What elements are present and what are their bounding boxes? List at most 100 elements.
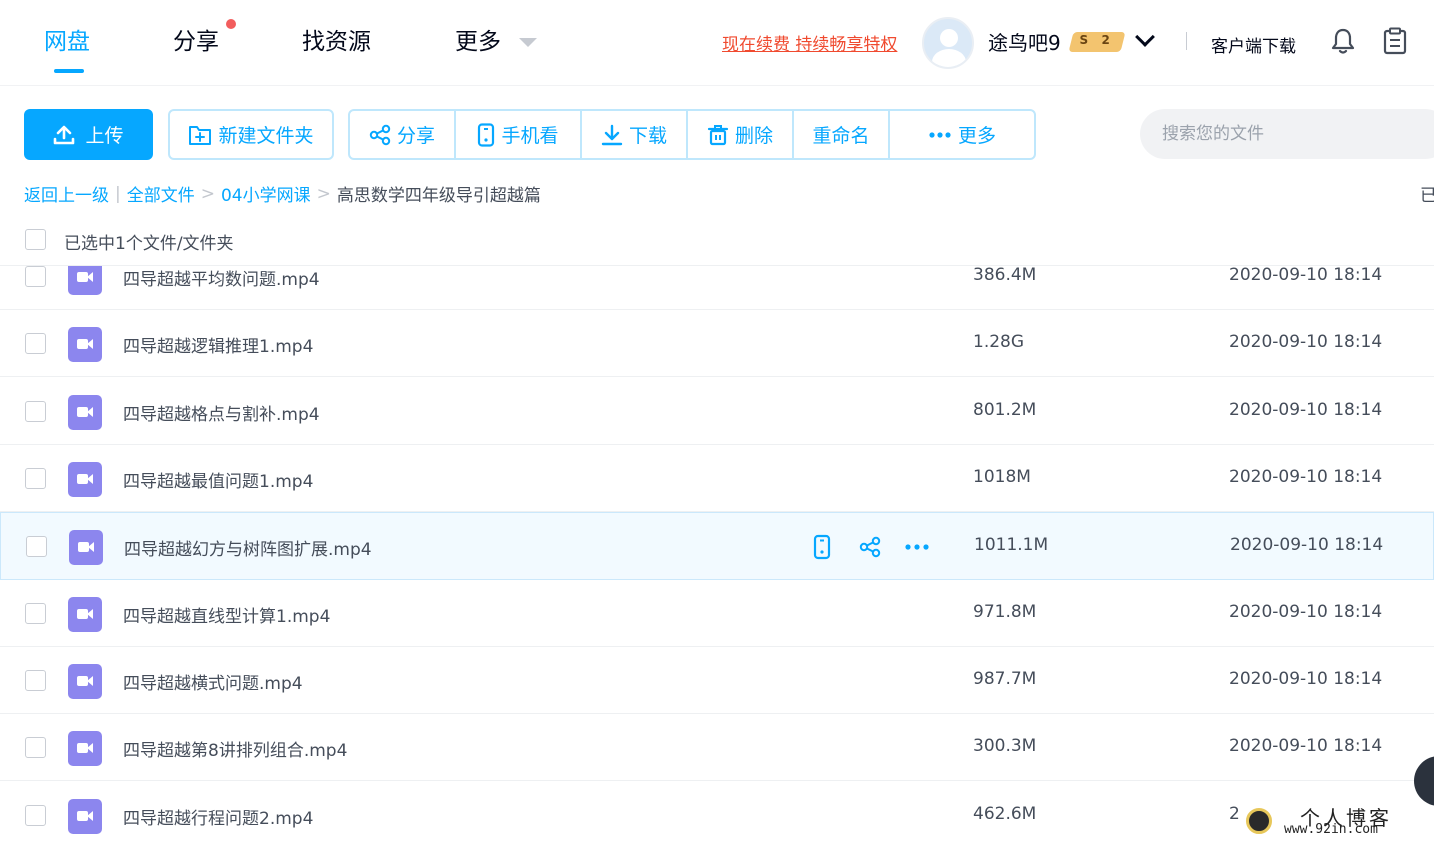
file-date: 2020-09-10 18:14 bbox=[1229, 736, 1383, 756]
select-all-checkbox[interactable] bbox=[25, 229, 46, 250]
file-name[interactable]: 四导超越平均数问题.mp4 bbox=[123, 266, 320, 290]
new-folder-button[interactable]: 新建文件夹 bbox=[168, 109, 334, 160]
file-size: 462.6M bbox=[973, 804, 1037, 824]
breadcrumb-all-files[interactable]: 全部文件 bbox=[127, 181, 195, 206]
file-date: 2 bbox=[1229, 804, 1240, 824]
file-name[interactable]: 四导超越逻辑推理1.mp4 bbox=[123, 332, 313, 357]
clipboard-icon[interactable] bbox=[1383, 27, 1407, 55]
file-name[interactable]: 四导超越最值问题1.mp4 bbox=[123, 467, 313, 492]
file-row[interactable]: 四导超越格点与割补.mp4 801.2M 2020-09-10 18:14 bbox=[0, 378, 1434, 445]
video-file-icon bbox=[69, 530, 103, 565]
renew-link[interactable]: 现在续费 持续畅享特权 bbox=[722, 30, 897, 55]
file-size: 987.7M bbox=[973, 669, 1037, 689]
file-row[interactable]: 四导超越逻辑推理1.mp4 1.28G 2020-09-10 18:14 bbox=[0, 310, 1434, 377]
row-checkbox[interactable] bbox=[25, 468, 46, 489]
rename-label: 重命名 bbox=[812, 125, 870, 147]
file-date: 2020-09-10 18:14 bbox=[1229, 400, 1383, 420]
tab-find-resources[interactable]: 找资源 bbox=[302, 24, 371, 60]
breadcrumb-current: 高思数学四年级导引超越篇 bbox=[336, 186, 541, 206]
upload-icon bbox=[54, 125, 75, 144]
file-name[interactable]: 四导超越横式问题.mp4 bbox=[123, 669, 303, 694]
file-size: 971.8M bbox=[973, 602, 1037, 622]
file-name[interactable]: 四导超越行程问题2.mp4 bbox=[123, 804, 313, 829]
file-actions-group: 分享 手机看 下载 删除 重命名 更多 bbox=[348, 109, 1036, 160]
avatar[interactable] bbox=[922, 17, 974, 69]
dots-icon bbox=[929, 131, 951, 138]
rename-button[interactable]: 重命名 bbox=[794, 111, 890, 158]
user-menu-chevron-icon[interactable] bbox=[1135, 27, 1155, 47]
row-checkbox[interactable] bbox=[26, 536, 47, 557]
share-label: 分享 bbox=[396, 125, 435, 147]
username[interactable]: 途鸟吧9 bbox=[988, 27, 1061, 56]
row-more-icon[interactable] bbox=[904, 534, 930, 560]
client-download-link[interactable]: 客户端下载 bbox=[1211, 32, 1296, 57]
more-actions-button[interactable]: 更多 bbox=[890, 111, 1034, 158]
delete-label: 删除 bbox=[734, 125, 773, 147]
video-file-icon bbox=[68, 597, 102, 632]
notification-dot bbox=[226, 19, 236, 29]
new-folder-icon bbox=[189, 125, 212, 145]
divider bbox=[1186, 32, 1187, 50]
file-size: 801.2M bbox=[973, 400, 1037, 420]
row-checkbox[interactable] bbox=[25, 333, 46, 354]
vip-badge-level: 2 bbox=[1101, 33, 1110, 47]
row-checkbox[interactable] bbox=[25, 266, 46, 287]
trash-icon bbox=[707, 124, 729, 145]
file-row-hovered[interactable]: 四导超越幻方与树阵图扩展.mp4 1011.1M 2020-09-10 18:1… bbox=[0, 512, 1434, 580]
video-file-icon bbox=[68, 799, 102, 834]
file-size: 1018M bbox=[973, 467, 1031, 487]
file-size: 386.4M bbox=[973, 266, 1037, 285]
video-file-icon bbox=[68, 664, 102, 699]
video-file-icon bbox=[68, 327, 102, 362]
file-date: 2020-09-10 18:14 bbox=[1229, 602, 1383, 622]
row-checkbox[interactable] bbox=[25, 805, 46, 826]
breadcrumb-back[interactable]: 返回上一级 bbox=[24, 181, 109, 206]
file-row[interactable]: 四导超越行程问题2.mp4 462.6M 2 bbox=[0, 782, 1434, 844]
share-button[interactable]: 分享 bbox=[350, 111, 456, 158]
row-phone-icon[interactable] bbox=[809, 534, 835, 560]
upload-button[interactable]: 上传 bbox=[24, 109, 153, 160]
top-nav: 网盘 分享 找资源 更多 现在续费 持续畅享特权 途鸟吧9 S 2 客户端下载 bbox=[0, 0, 1434, 86]
breadcrumb-folder[interactable]: 04小学网课 bbox=[221, 181, 311, 206]
file-date: 2020-09-10 18:14 bbox=[1230, 535, 1384, 555]
active-tab-indicator bbox=[54, 69, 84, 73]
delete-button[interactable]: 删除 bbox=[688, 111, 794, 158]
breadcrumb: 返回上一级 | 全部文件 > 04小学网课 > 高思数学四年级导引超越篇 bbox=[24, 181, 541, 207]
download-button[interactable]: 下载 bbox=[582, 111, 688, 158]
row-share-icon[interactable] bbox=[857, 534, 883, 560]
file-name[interactable]: 四导超越第8讲排列组合.mp4 bbox=[123, 736, 347, 761]
file-date: 2020-09-10 18:14 bbox=[1229, 669, 1383, 689]
download-label: 下载 bbox=[628, 125, 667, 147]
row-checkbox[interactable] bbox=[25, 603, 46, 624]
vip-badge-symbol: S bbox=[1079, 33, 1089, 47]
mobile-view-button[interactable]: 手机看 bbox=[456, 111, 582, 158]
file-row[interactable]: 四导超越第8讲排列组合.mp4 300.3M 2020-09-10 18:14 bbox=[0, 714, 1434, 781]
row-checkbox[interactable] bbox=[25, 737, 46, 758]
breadcrumb-chevron-icon: > bbox=[316, 183, 331, 204]
file-row[interactable]: 四导超越平均数问题.mp4 386.4M 2020-09-10 18:14 bbox=[0, 266, 1434, 310]
new-folder-label: 新建文件夹 bbox=[218, 125, 314, 147]
row-checkbox[interactable] bbox=[25, 670, 46, 691]
more-actions-label: 更多 bbox=[957, 125, 996, 147]
file-row[interactable]: 四导超越最值问题1.mp4 1018M 2020-09-10 18:14 bbox=[0, 445, 1434, 512]
vip-badge[interactable]: S 2 bbox=[1068, 32, 1126, 52]
watermark-logo-icon bbox=[1246, 808, 1272, 834]
file-size: 300.3M bbox=[973, 736, 1037, 756]
tab-netdisk[interactable]: 网盘 bbox=[44, 24, 90, 60]
tab-more[interactable]: 更多 bbox=[455, 24, 501, 60]
loaded-count-text: 已 bbox=[1420, 186, 1434, 206]
file-row[interactable]: 四导超越直线型计算1.mp4 971.8M 2020-09-10 18:14 bbox=[0, 580, 1434, 647]
caret-down-icon[interactable] bbox=[519, 38, 537, 47]
row-checkbox[interactable] bbox=[25, 401, 46, 422]
file-row[interactable]: 四导超越横式问题.mp4 987.7M 2020-09-10 18:14 bbox=[0, 647, 1434, 714]
file-name[interactable]: 四导超越格点与割补.mp4 bbox=[123, 400, 320, 425]
file-date: 2020-09-10 18:14 bbox=[1229, 467, 1383, 487]
search-input[interactable] bbox=[1140, 109, 1434, 159]
upload-label: 上传 bbox=[85, 125, 124, 147]
file-name[interactable]: 四导超越幻方与树阵图扩展.mp4 bbox=[124, 535, 372, 560]
share-icon bbox=[369, 124, 391, 145]
watermark: 个人博客 www.92in.com bbox=[1240, 800, 1430, 840]
file-name[interactable]: 四导超越直线型计算1.mp4 bbox=[123, 602, 330, 627]
tab-share[interactable]: 分享 bbox=[173, 24, 219, 60]
bell-icon[interactable] bbox=[1329, 27, 1357, 55]
